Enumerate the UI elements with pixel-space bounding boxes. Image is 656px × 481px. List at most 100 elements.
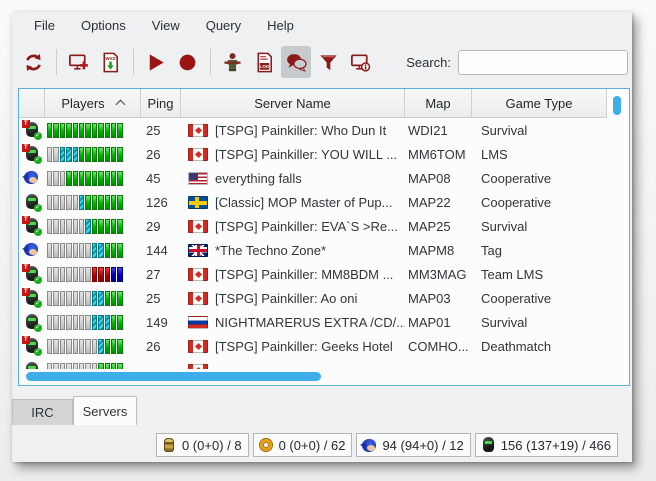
download-wads-button[interactable]: WAD <box>95 46 125 78</box>
cell-server-name: *The Techno Zone* <box>181 243 405 258</box>
cell-server-name: [TSPG] Painkiller: MM8BDM ... <box>181 267 405 282</box>
bar-segment-spectator <box>66 147 71 162</box>
column-header-game-type[interactable]: Game Type <box>472 89 607 117</box>
svg-text:LOG: LOG <box>259 64 269 69</box>
menu-item-view[interactable]: View <box>139 14 193 37</box>
server-row[interactable]: 45everything fallsMAP08Cooperative <box>19 166 607 190</box>
tab-servers[interactable]: Servers <box>73 396 137 425</box>
menu-item-options[interactable]: Options <box>68 14 139 37</box>
bar-segment-empty <box>47 195 52 210</box>
server-row[interactable] <box>19 358 607 369</box>
table-body: 25[TSPG] Painkiller: Who Dun ItWDI21Surv… <box>19 118 607 369</box>
bar-segment-player <box>111 291 116 306</box>
vertical-scrollbar-thumb[interactable] <box>613 96 621 115</box>
server-name: everything falls <box>215 171 302 186</box>
bar-segment-player <box>92 147 97 162</box>
log-button[interactable]: LOG <box>249 46 279 78</box>
chat-button[interactable] <box>281 46 311 78</box>
canada-flag-icon <box>188 124 208 137</box>
search-input[interactable] <box>458 50 628 75</box>
column-header-players[interactable]: Players <box>45 89 141 117</box>
helmet-shape <box>483 437 494 452</box>
server-row[interactable]: 26[TSPG] Painkiller: YOU WILL ...MM6TOML… <box>19 142 607 166</box>
cell-game-icon <box>19 361 45 369</box>
bar-segment-empty <box>79 243 84 258</box>
map-name: MAP22 <box>405 195 472 210</box>
menu-item-query[interactable]: Query <box>193 14 254 37</box>
player-count-bar <box>47 266 141 282</box>
refresh-servers-button[interactable] <box>18 46 48 78</box>
record-button[interactable] <box>172 46 202 78</box>
column-header-map[interactable]: Map <box>405 89 472 117</box>
bar-segment-empty <box>73 219 78 234</box>
helmet-shape <box>26 194 38 209</box>
cell-server-name: everything falls <box>181 171 405 186</box>
ping-value: 126 <box>141 195 181 210</box>
player-count-bar <box>47 242 141 258</box>
bar-segment-player <box>111 171 116 186</box>
bar-segment-player <box>92 195 97 210</box>
bar-segment-empty <box>66 267 71 282</box>
server-name: [TSPG] Painkiller: YOU WILL ... <box>215 147 397 162</box>
bar-segment-spectator <box>105 315 110 330</box>
bar-segment-player <box>98 219 103 234</box>
cell-game-icon <box>19 169 45 187</box>
uk-flag-icon <box>188 244 208 257</box>
usa-flag-icon <box>188 172 208 185</box>
cell-game-icon <box>19 193 45 211</box>
server-row[interactable]: 26[TSPG] Painkiller: Geeks HotelCOMHO...… <box>19 334 607 358</box>
bar-segment-player <box>79 171 84 186</box>
cell-server-name: NIGHTMARERUS EXTRA /CD/... <box>181 315 405 330</box>
helmet-shape <box>26 314 38 329</box>
bar-segment-spectator <box>98 243 103 258</box>
bar-segment-player <box>111 219 116 234</box>
server-name: [TSPG] Painkiller: Geeks Hotel <box>215 339 393 354</box>
game-icon-zandronum-t <box>23 121 41 139</box>
server-row[interactable]: 25[TSPG] Painkiller: Who Dun ItWDI21Surv… <box>19 118 607 142</box>
server-row[interactable]: 126[Classic] MOP Master of Pup...MAP22Co… <box>19 190 607 214</box>
ping-value: 27 <box>141 267 181 282</box>
doom-helmet-icon <box>480 437 496 453</box>
filter-button[interactable] <box>313 46 343 78</box>
column-header-server-name[interactable]: Server Name <box>181 89 405 117</box>
cell-game-icon <box>19 121 45 139</box>
bar-segment-empty <box>53 219 58 234</box>
menu-item-help[interactable]: Help <box>254 14 307 37</box>
horizontal-scrollbar-thumb[interactable] <box>26 372 321 381</box>
horizontal-scrollbar[interactable] <box>19 369 629 385</box>
ping-value: 149 <box>141 315 181 330</box>
column-header-ping[interactable]: Ping <box>141 89 181 117</box>
player-count-bar <box>47 146 141 162</box>
play-button[interactable] <box>140 46 170 78</box>
game-type: Survival <box>472 315 607 330</box>
map-name: WDI21 <box>405 123 472 138</box>
vertical-scrollbar[interactable] <box>607 89 629 369</box>
bar-segment-player <box>111 315 116 330</box>
ping-value: 45 <box>141 171 181 186</box>
bar-segment-empty <box>85 315 90 330</box>
bar-segment-player <box>79 147 84 162</box>
add-server-button[interactable] <box>63 46 93 78</box>
server-row[interactable]: 144*The Techno Zone*MAPM8Tag <box>19 238 607 262</box>
server-info-button[interactable] <box>345 46 375 78</box>
game-type: Tag <box>472 243 607 258</box>
game-icon-zandronum-t <box>23 337 41 355</box>
cell-server-name: [TSPG] Painkiller: Geeks Hotel <box>181 339 405 354</box>
game-icon-zandronum-t <box>23 265 41 283</box>
player-button[interactable] <box>217 46 247 78</box>
tab-irc[interactable]: IRC <box>12 399 73 425</box>
bar-segment-player <box>117 243 122 258</box>
bar-segment-empty <box>53 243 58 258</box>
bar-segment-player <box>117 315 122 330</box>
bar-segment-player <box>111 147 116 162</box>
server-row[interactable]: 29[TSPG] Painkiller: EVA`S >Re...MAP25Su… <box>19 214 607 238</box>
menu-item-file[interactable]: File <box>21 14 68 37</box>
server-row[interactable]: 149NIGHTMARERUS EXTRA /CD/...MAP01Surviv… <box>19 310 607 334</box>
bar-segment-empty <box>60 171 65 186</box>
server-row[interactable]: 25[TSPG] Painkiller: Ao oniMAP03Cooperat… <box>19 286 607 310</box>
column-header-icon[interactable] <box>19 89 45 117</box>
player-count-bar <box>47 290 141 306</box>
bar-segment-player <box>85 147 90 162</box>
server-row[interactable]: 27[TSPG] Painkiller: MM8BDM ...MM3MAGTea… <box>19 262 607 286</box>
soldier-icon <box>221 51 244 74</box>
